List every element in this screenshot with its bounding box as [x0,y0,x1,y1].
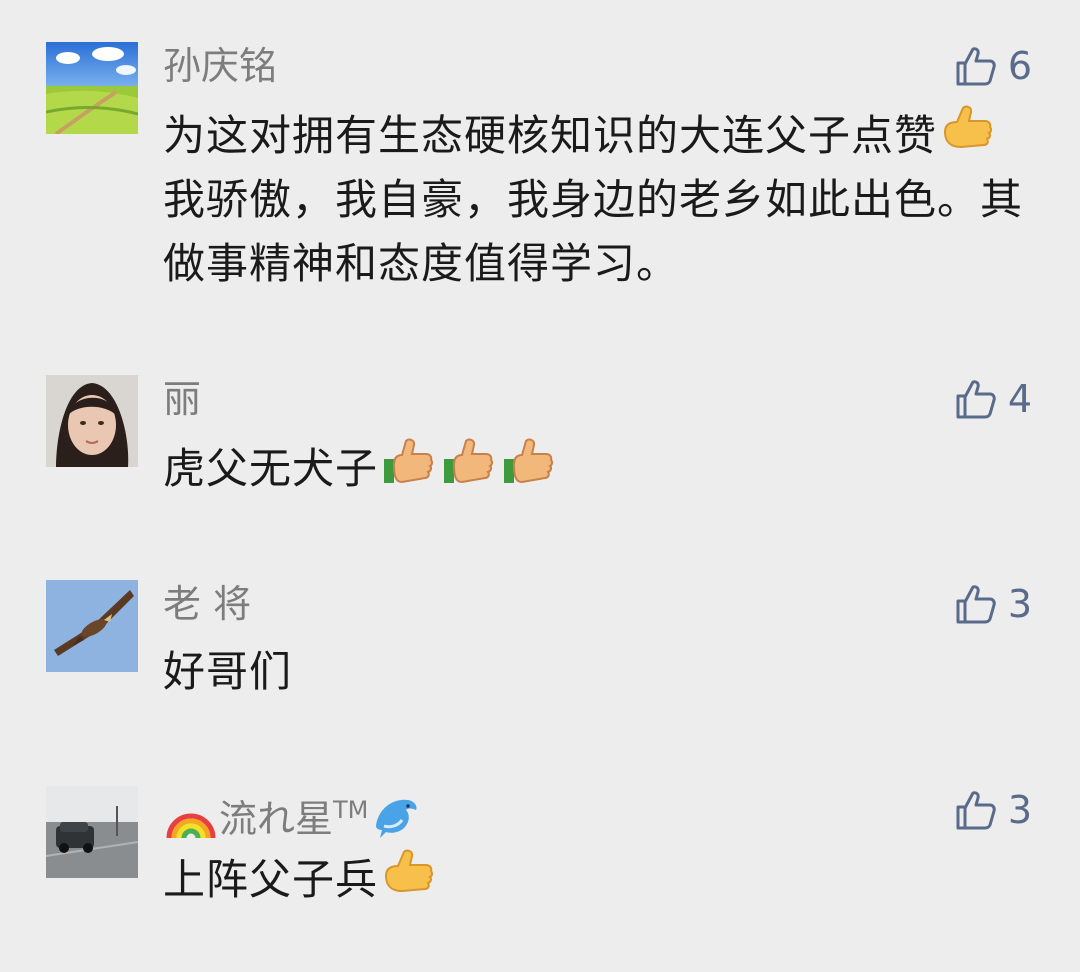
like-button[interactable]: 6 [954,44,1032,88]
like-button[interactable]: 3 [954,788,1032,832]
comment-text: 虎父无犬子 [163,444,379,493]
comment-author[interactable]: 老 将 [163,582,251,626]
dolphin-icon [370,792,422,840]
comment-list: 孙庆铭 6 为这对拥有生态硬核知识的大连父子点赞我骄傲，我自豪，我身边的老乡如此… [0,0,1080,972]
rainbow-icon [165,796,217,840]
thumbs-up-icon [939,102,995,158]
comment-body: 上阵父子兵 [163,846,1023,912]
like-count: 6 [1007,44,1032,88]
landscape-avatar-icon[interactable] [46,42,138,134]
street-avatar-icon[interactable] [46,786,138,878]
comment-text: 我骄傲，我自豪，我身边的老乡如此出色。其做事精神和态度值得学习。 [163,175,1024,288]
thumbs-up-outline-icon [954,44,998,88]
comment-text: 上阵父子兵 [163,855,379,904]
like-button[interactable]: 4 [954,377,1032,421]
comment-author[interactable]: 丽 [163,377,201,421]
comment-body: 为这对拥有生态硬核知识的大连父子点赞我骄傲，我自豪，我身边的老乡如此出色。其做事… [163,102,1023,296]
eagle-avatar-icon[interactable] [46,580,138,672]
comment-body: 好哥们 [163,640,1023,704]
thumbs-up-outline-icon [954,582,998,626]
comment-text: 为这对拥有生态硬核知识的大连父子点赞 [163,111,938,160]
like-button[interactable]: 3 [954,582,1032,626]
comment-body: 虎父无犬子 [163,435,1023,501]
thumbs-up-icon [380,846,436,902]
comment-author[interactable]: 孙庆铭 [163,44,277,88]
thumbs-up-icon [380,435,436,491]
thumbs-up-outline-icon [954,377,998,421]
thumbs-up-outline-icon [954,788,998,832]
like-count: 3 [1007,788,1032,832]
thumbs-up-icon [500,435,556,491]
trademark-sign: TM [333,796,369,824]
comment-text: 好哥们 [163,647,293,696]
like-count: 4 [1007,377,1032,421]
comment-author[interactable]: 流れ星TM [163,788,424,841]
like-count: 3 [1007,582,1032,626]
author-name-text: 流れ星 [219,797,334,841]
portrait-avatar-icon[interactable] [46,375,138,467]
thumbs-up-icon [440,435,496,491]
